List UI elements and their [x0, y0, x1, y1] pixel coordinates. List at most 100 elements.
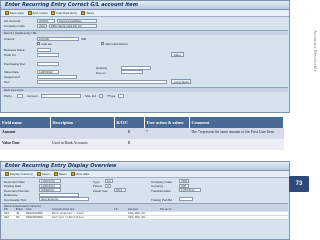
due-on-field[interactable] — [121, 70, 143, 74]
row-pk: 50 — [16, 216, 20, 219]
fiscal-year-field[interactable]: 2013 — [114, 188, 126, 192]
items-grid-header: PK BusA Acct Account short text TX Amoun… — [2, 207, 288, 211]
quantity-field[interactable] — [121, 65, 151, 70]
assignment-field[interactable] — [37, 74, 77, 79]
cell-field: Value Date — [0, 139, 50, 150]
profit-center-field[interactable] — [37, 52, 59, 57]
vals-cash-checkbox[interactable] — [101, 42, 104, 45]
more-data-button-2[interactable]: More data — [70, 172, 90, 176]
value-date-field[interactable]: 11/05/2012 — [37, 69, 59, 74]
acct-model-label: Acct model — [32, 11, 48, 15]
company-code-label: Company Code — [4, 24, 25, 28]
col-acct: Acct — [26, 207, 32, 211]
items-section-header: Items in document currency — [2, 202, 288, 208]
table-row: Amount R * The *represent the same amoun… — [0, 128, 284, 139]
fast-data-entry-button[interactable]: Fast Data Entry — [51, 11, 77, 15]
period-field[interactable]: 8 — [105, 183, 111, 188]
posting-date-field[interactable]: 11/05/2012 — [39, 183, 61, 188]
entry-form: G/L Account 200000 Accrued Liabilities C… — [1, 17, 289, 112]
type-label: Type — [93, 179, 100, 184]
fast-data-entry-icon — [51, 11, 56, 15]
taxes-label-2: Taxes — [41, 172, 50, 176]
document-number-field[interactable]: INTERNAL — [39, 188, 61, 192]
account-field[interactable] — [41, 93, 81, 98]
doc-header-text-field[interactable]: Rent Expense — [39, 197, 89, 201]
header-description: Description — [50, 117, 115, 128]
more-data-icon-2 — [70, 172, 75, 176]
more-button[interactable]: More — [171, 52, 184, 57]
gl-account-description: Accrued Liabilities — [57, 18, 97, 23]
side-section-label: Accounts Receivable — [313, 30, 318, 72]
pstky-field[interactable] — [17, 93, 23, 98]
company-code-field[interactable]: 3300 — [37, 23, 47, 28]
taxes-button[interactable]: Taxes — [81, 11, 94, 15]
header-field-name: Field name — [0, 117, 51, 128]
trading-part-label: Trading Part.BA — [151, 197, 173, 202]
col-account-text: Account short text — [52, 207, 75, 211]
cell-comment — [189, 139, 284, 150]
row-text: Rent Expense - Fact — [52, 211, 84, 215]
row-pk: 40 — [16, 211, 20, 215]
taxes-label: Taxes — [86, 11, 95, 15]
vals-cash-label: Vals Cash Discnt — [105, 42, 128, 46]
sgl-ind-field[interactable] — [99, 93, 103, 98]
item-section-header: Item 2 / Credit entry / 50 — [2, 30, 288, 35]
currency-field-2[interactable]: INR — [179, 183, 189, 188]
recurring-entry-window: Enter Recurring Entry Correct G/L accoun… — [0, 0, 290, 113]
account-label: Account — [27, 94, 38, 98]
currency-label-2: Currency — [151, 184, 164, 188]
table-row[interactable]: 001 40 0000620000 Rent Expense - Fact 10… — [2, 211, 288, 216]
row-amount: 100,000.00 — [128, 211, 145, 215]
ttype-field[interactable] — [118, 93, 124, 98]
purchasing-doc-field[interactable] — [37, 61, 59, 66]
doc-header-text-label: Doc.Header Text — [4, 197, 27, 202]
company-code-field-2[interactable]: 3300 — [179, 179, 189, 183]
more-data-button[interactable]: More data — [5, 11, 24, 15]
document-date-field[interactable]: 11/05/2012 — [39, 179, 61, 183]
col-tax-amount: Tax amnt — [160, 207, 172, 211]
text-label: Text — [4, 80, 10, 84]
application-toolbar: More data Acct model Fast Data Entry Tax… — [1, 10, 289, 17]
calc-tax-checkbox[interactable] — [37, 42, 40, 45]
taxes-button-2[interactable]: Taxes — [36, 172, 50, 176]
display-currency-button[interactable]: Display Currency — [5, 172, 33, 176]
window-title-2: Enter Recurring Entry Display Overview — [1, 162, 289, 171]
due-on-label: Due on — [96, 70, 106, 75]
sgl-ind-label: SGL Ind — [85, 94, 96, 98]
pstky-label: PstKy — [4, 94, 12, 98]
header-roc: R/O/C — [114, 117, 145, 128]
assignment-label: Assignment — [4, 75, 20, 79]
col-tx: TX — [114, 207, 118, 211]
cell-roc: R — [114, 139, 144, 150]
overview-body: Document Date 11/05/2012 Type SA Company… — [1, 178, 289, 239]
text-field[interactable] — [37, 79, 167, 84]
acct-model-button[interactable]: Acct model — [27, 11, 48, 15]
translation-date-field[interactable]: 11/05/2012 — [179, 188, 201, 192]
table-row[interactable]: 002 50 0000200000 Accrued Liabilities 10… — [2, 216, 288, 220]
long-texts-button[interactable]: Long Texts — [171, 79, 192, 84]
company-code-description: PMC Sierra India Pvt Ltd — [49, 23, 97, 28]
gl-account-label: G/L Account — [4, 19, 21, 23]
cell-description — [50, 128, 114, 139]
header-user-action: User action & values — [144, 117, 190, 128]
document-number-label: Document Number — [4, 188, 30, 193]
row-text: Accrued Liabilities — [52, 216, 84, 219]
reference-field[interactable] — [39, 192, 79, 197]
trading-part-field[interactable] — [179, 197, 193, 201]
more-data-label: More data — [10, 11, 24, 15]
type-field[interactable]: SA — [105, 179, 113, 183]
more-data-label-2: More data — [75, 172, 90, 176]
amount-field[interactable]: 100,000 — [37, 36, 79, 41]
business-place-field[interactable] — [37, 47, 51, 52]
reset-button[interactable]: Reset — [53, 172, 67, 176]
fiscal-year-label: Fiscal Year — [93, 188, 108, 193]
taxes-icon-2 — [36, 172, 41, 176]
row-acct: 0000200000 — [26, 216, 43, 219]
gl-account-field[interactable]: 200000 — [37, 18, 55, 23]
period-label: Period — [93, 184, 102, 188]
display-currency-icon — [5, 172, 9, 176]
table-row: Value Date Used in Bank Accounts R — [0, 139, 284, 150]
row-acct: 0000620000 — [26, 211, 43, 215]
reset-label: Reset — [58, 172, 67, 176]
taxes-icon — [81, 11, 86, 15]
